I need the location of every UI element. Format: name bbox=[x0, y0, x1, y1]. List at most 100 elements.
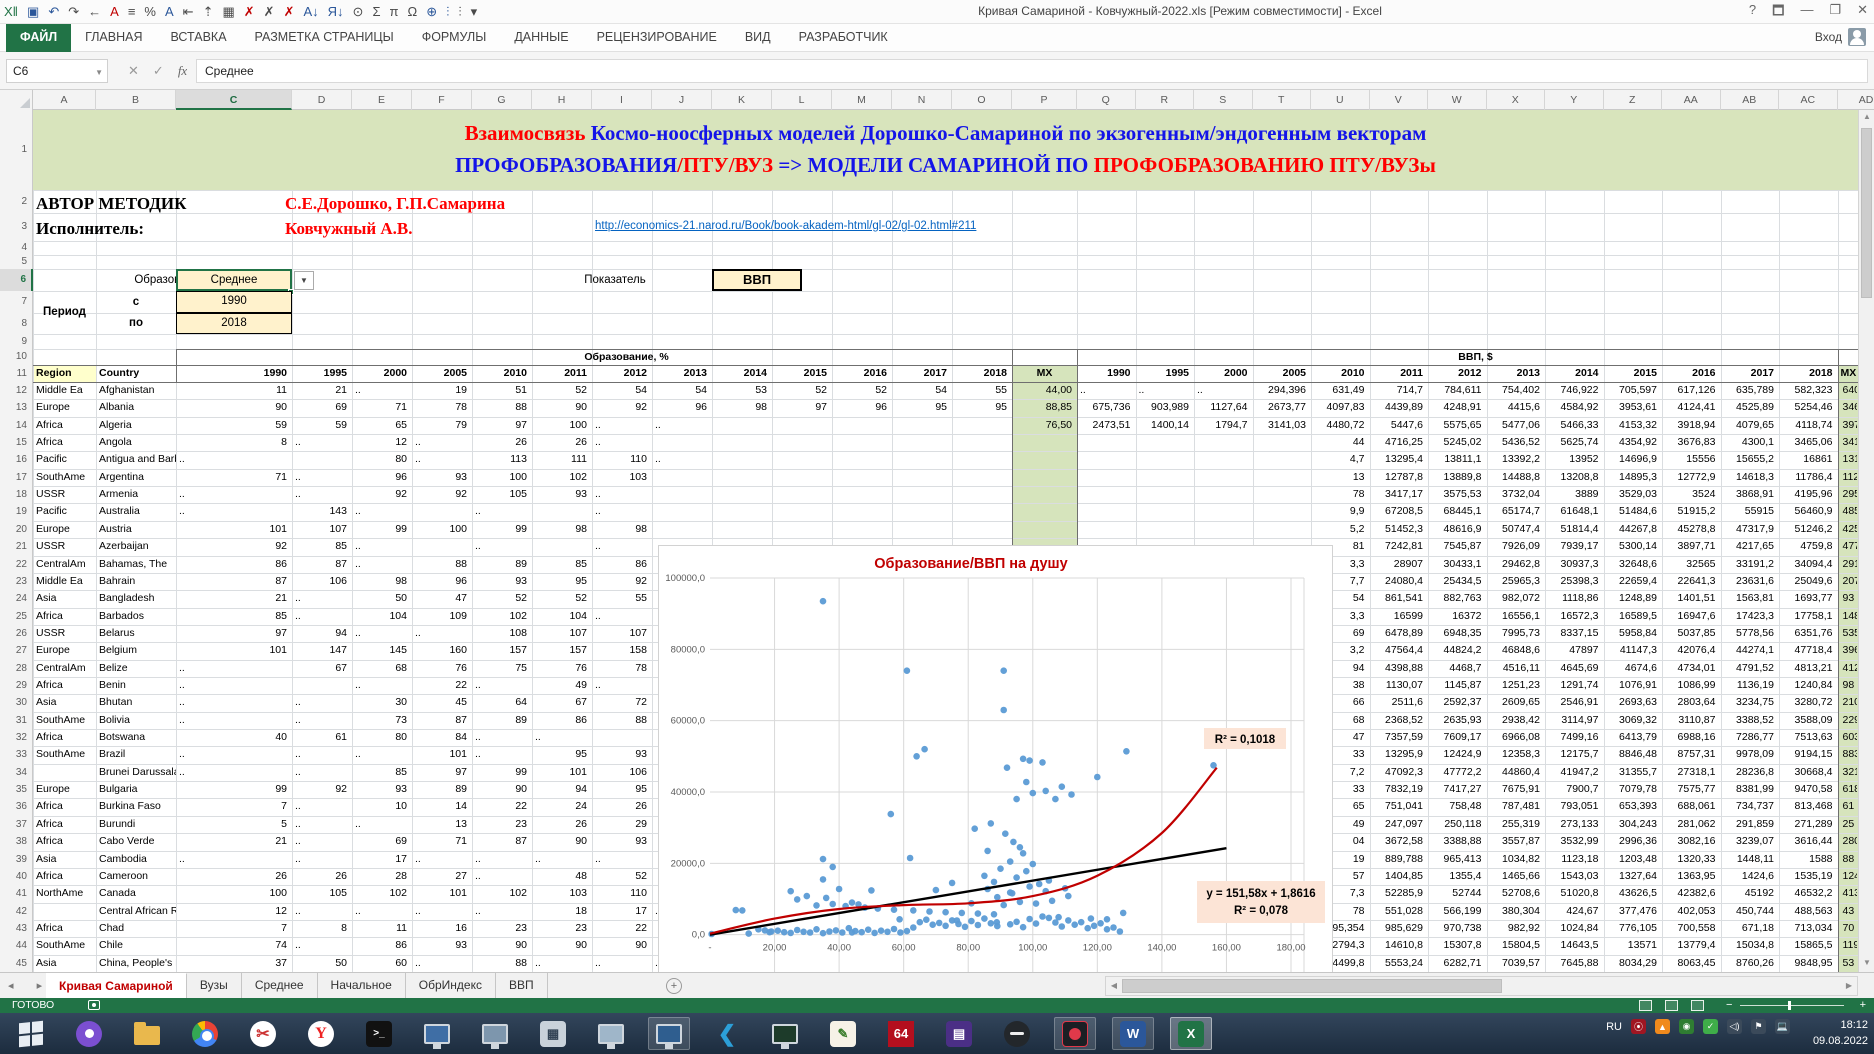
sign-in[interactable]: Вход bbox=[1815, 28, 1866, 46]
cell-edu-1995[interactable]: 87 bbox=[292, 558, 352, 573]
cell-edu-2016[interactable]: 52 bbox=[832, 384, 892, 399]
cell-edu-2000[interactable]: 99 bbox=[352, 523, 412, 538]
cell-gdp-mx[interactable]: 2078 bbox=[1840, 575, 1858, 590]
cell-edu-1990[interactable]: 21 bbox=[176, 592, 292, 607]
cell-edu-2010[interactable]: 90 bbox=[472, 939, 532, 954]
cell-edu-2010[interactable]: 75 bbox=[472, 662, 532, 677]
cell-gdp-2012[interactable]: 5245,02 bbox=[1428, 436, 1487, 451]
cell-gdp-2016[interactable]: 402,053 bbox=[1662, 905, 1721, 920]
cell-gdp-2018[interactable]: 4759,8 bbox=[1779, 540, 1838, 555]
cell-gdp-2012[interactable]: 3575,53 bbox=[1428, 488, 1487, 503]
row-header-11[interactable]: 11 bbox=[0, 365, 33, 383]
cell-country[interactable]: Belize bbox=[96, 662, 176, 677]
cell-edu-1995[interactable]: .. bbox=[292, 488, 352, 503]
cell-gdp-1995[interactable]: 903,989 bbox=[1136, 401, 1195, 416]
cell-edu-2010[interactable]: 100 bbox=[472, 471, 532, 486]
cell-edu-2000[interactable]: 93 bbox=[352, 783, 412, 798]
cell-gdp-2015[interactable]: 4354,92 bbox=[1604, 436, 1663, 451]
cell-country[interactable]: Belgium bbox=[96, 644, 176, 659]
cell-gdp-2017[interactable]: 1424,6 bbox=[1721, 870, 1780, 885]
row-header-29[interactable]: 29 bbox=[0, 677, 33, 695]
cell-region[interactable]: Pacific bbox=[33, 453, 96, 468]
cell-edu-2005[interactable]: 101 bbox=[412, 887, 472, 902]
tray-icon-volume[interactable]: ◁) bbox=[1727, 1019, 1742, 1034]
column-header-AB[interactable]: AB bbox=[1721, 90, 1780, 110]
cell-country[interactable]: Bulgaria bbox=[96, 783, 176, 798]
cell-edu-2011[interactable]: 103 bbox=[532, 887, 592, 902]
column-header-H[interactable]: H bbox=[532, 90, 592, 110]
column-header-D[interactable]: D bbox=[292, 90, 352, 110]
cell-gdp-mx[interactable]: 425 bbox=[1840, 523, 1858, 538]
tray-icon-health[interactable]: ✓ bbox=[1703, 1019, 1718, 1034]
cell-edu-2000[interactable]: 65 bbox=[352, 419, 412, 434]
select-all-corner[interactable] bbox=[0, 90, 33, 110]
cell-gdp-2016[interactable]: 2803,64 bbox=[1662, 696, 1721, 711]
cell-gdp-2010[interactable]: 631,49 bbox=[1311, 384, 1370, 399]
cell-gdp-2012[interactable]: 15307,8 bbox=[1428, 939, 1487, 954]
cell-gdp-2016[interactable]: 3082,16 bbox=[1662, 835, 1721, 850]
cell-gdp-mx[interactable]: 43 bbox=[1840, 905, 1858, 920]
cell-gdp-2011[interactable]: 247,097 bbox=[1370, 818, 1429, 833]
cell-gdp-2016[interactable]: 688,061 bbox=[1662, 800, 1721, 815]
cell-gdp-2018[interactable]: 7513,63 bbox=[1779, 731, 1838, 746]
cell-gdp-2012[interactable]: 6948,35 bbox=[1428, 627, 1487, 642]
cell-gdp-2016[interactable]: 15556 bbox=[1662, 453, 1721, 468]
cell-edu-2014[interactable]: 53 bbox=[712, 384, 772, 399]
cell-edu-2005[interactable]: 160 bbox=[412, 644, 472, 659]
cell-edu-2011[interactable]: 18 bbox=[532, 905, 592, 920]
cell-gdp-mx[interactable]: 112 bbox=[1840, 471, 1858, 486]
ribbon-tab-формулы[interactable]: ФОРМУЛЫ bbox=[408, 24, 501, 52]
cell-edu-2012[interactable]: 95 bbox=[592, 783, 652, 798]
cell-edu-2012[interactable]: 158 bbox=[592, 644, 652, 659]
cell-gdp-2015[interactable]: 2693,63 bbox=[1604, 696, 1663, 711]
cell-edu-2000[interactable]: 50 bbox=[352, 592, 412, 607]
cell-region[interactable]: CentralAm bbox=[33, 558, 96, 573]
cell-gdp-mx[interactable]: 397 bbox=[1840, 419, 1858, 434]
cell-gdp-2017[interactable]: 15655,2 bbox=[1721, 453, 1780, 468]
cell-edu-1990[interactable]: 11 bbox=[176, 384, 292, 399]
row-header-8[interactable]: 8 bbox=[0, 313, 33, 335]
column-header-B[interactable]: B bbox=[96, 90, 176, 110]
cell-country[interactable]: Azerbaijan bbox=[96, 540, 176, 555]
cell-gdp-2012[interactable]: 16372 bbox=[1428, 610, 1487, 625]
column-header-Z[interactable]: Z bbox=[1604, 90, 1663, 110]
cell-gdp-2014[interactable]: 7499,16 bbox=[1545, 731, 1604, 746]
cell-gdp-2013[interactable]: 29462,8 bbox=[1487, 558, 1546, 573]
normal-view-icon[interactable] bbox=[1639, 1000, 1652, 1011]
cell-edu-2005[interactable]: 19 bbox=[412, 384, 472, 399]
column-header-N[interactable]: N bbox=[892, 90, 952, 110]
cell-edu-1990[interactable]: .. bbox=[176, 453, 292, 468]
sheet-tab-обриндекс[interactable]: ОбрИндекс bbox=[406, 973, 496, 999]
cell-edu-1990[interactable]: 87 bbox=[176, 575, 292, 590]
column-header-E[interactable]: E bbox=[352, 90, 412, 110]
cell-gdp-2016[interactable]: 27318,1 bbox=[1662, 766, 1721, 781]
cell-gdp-2017[interactable]: 3388,52 bbox=[1721, 714, 1780, 729]
cell-gdp-2014[interactable]: 793,051 bbox=[1545, 800, 1604, 815]
cell-gdp-2013[interactable]: 1034,82 bbox=[1487, 853, 1546, 868]
cell-edu-2000[interactable]: 98 bbox=[352, 575, 412, 590]
cell-edu-2011[interactable]: 76 bbox=[532, 662, 592, 677]
delete-cells-icon[interactable]: ✗ bbox=[244, 1, 255, 23]
cell-edu-2000[interactable]: 68 bbox=[352, 662, 412, 677]
cell-edu-2005[interactable]: 93 bbox=[412, 939, 472, 954]
more-commands-icon[interactable]: ▾ bbox=[471, 1, 478, 23]
cell-edu-1990[interactable]: 86 bbox=[176, 558, 292, 573]
taskbar-icon-soft64[interactable]: 64 bbox=[880, 1017, 922, 1050]
education-dropdown-value[interactable]: Среднее bbox=[176, 269, 292, 291]
cell-country[interactable]: Central African R bbox=[96, 905, 176, 920]
cell-gdp-mx[interactable]: 53 bbox=[1840, 957, 1858, 972]
row-header-36[interactable]: 36 bbox=[0, 798, 33, 816]
column-header-AC[interactable]: AC bbox=[1779, 90, 1838, 110]
row-header-25[interactable]: 25 bbox=[0, 608, 33, 626]
cell-gdp-2013[interactable]: 787,481 bbox=[1487, 800, 1546, 815]
cell-gdp-2018[interactable]: 813,468 bbox=[1779, 800, 1838, 815]
cell-gdp-2016[interactable]: 22641,3 bbox=[1662, 575, 1721, 590]
cell-edu-2000[interactable]: .. bbox=[352, 384, 412, 399]
cell-gdp-2015[interactable]: 4153,32 bbox=[1604, 419, 1663, 434]
formula-input[interactable]: Среднее bbox=[196, 59, 1868, 83]
cell-gdp-2012[interactable]: 566,199 bbox=[1428, 905, 1487, 920]
cell-edu-2012[interactable]: 110 bbox=[592, 887, 652, 902]
taskbar-icon-notepad-editor[interactable]: ✎ bbox=[822, 1017, 864, 1050]
excel-logo-icon[interactable]: X‖ bbox=[4, 1, 18, 23]
cell-gdp-2012[interactable]: 758,48 bbox=[1428, 800, 1487, 815]
